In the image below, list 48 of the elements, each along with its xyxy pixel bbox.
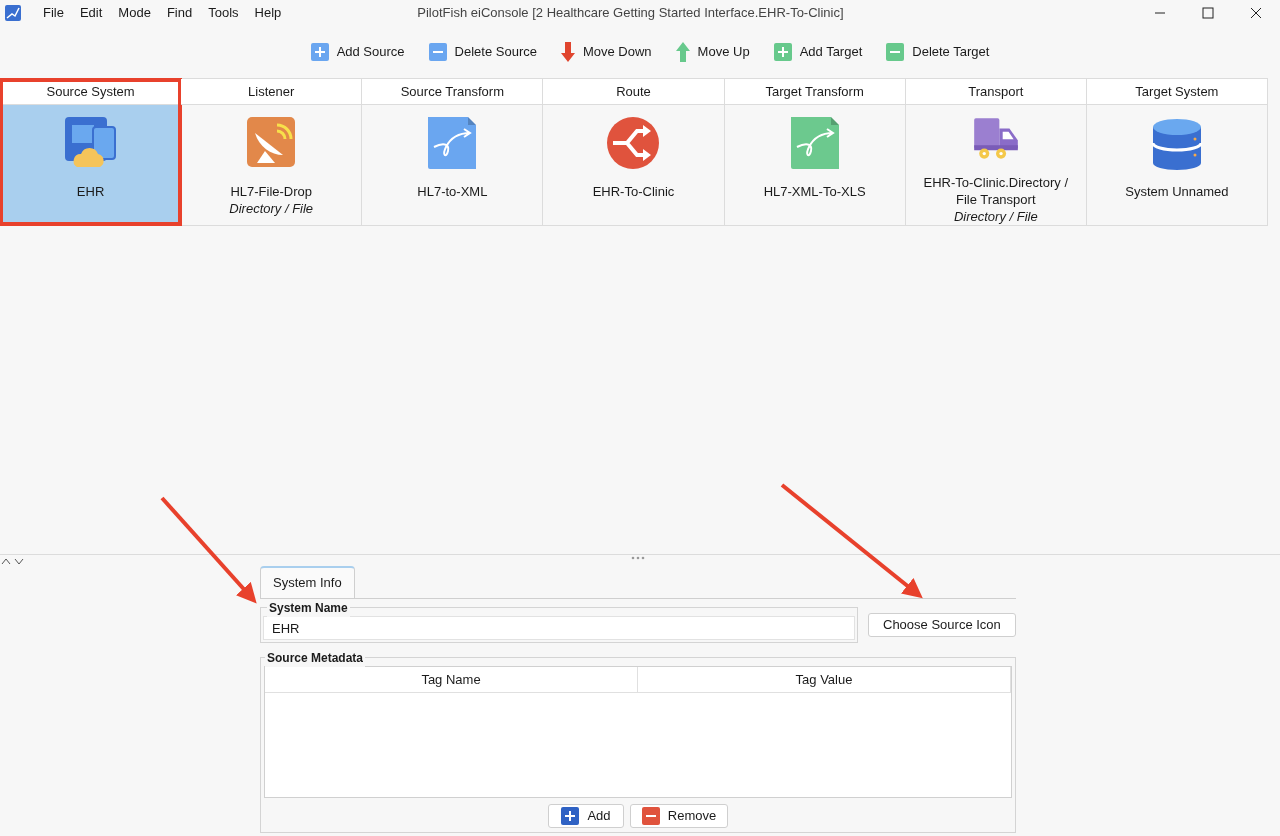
column-header[interactable]: Tag Value <box>638 667 1011 692</box>
stage-header: Target System <box>1086 79 1267 105</box>
menu-item[interactable]: Edit <box>71 3 111 23</box>
menu-item[interactable]: Find <box>158 3 201 23</box>
toolbar-button[interactable]: Delete Source <box>426 42 539 62</box>
collapse-chevrons-icon[interactable] <box>1 556 25 565</box>
toolbar-button[interactable]: Delete Target <box>884 42 992 62</box>
menu-item[interactable]: Mode <box>110 3 159 23</box>
pipeline-stage[interactable]: Listener HL7-File-Drop Directory / File <box>181 79 363 225</box>
table-action-button[interactable]: Remove <box>630 804 728 828</box>
stage-header: Target Transform <box>724 79 905 105</box>
stage-name: HL7-File-Drop <box>230 183 313 200</box>
pipeline-stage[interactable]: Target Transform HL7-XML-To-XLS <box>724 79 906 225</box>
toolbar-button[interactable]: Add Target <box>771 42 865 62</box>
stage-subtitle: Directory / File <box>229 200 314 217</box>
stage-name: HL7-to-XML <box>417 183 488 200</box>
toolbar-button[interactable]: Add Source <box>308 42 407 62</box>
choose-icon-button[interactable]: Choose Source Icon <box>868 613 1016 637</box>
stage-header: Transport <box>905 79 1086 105</box>
pipeline-stage[interactable]: Source System EHR <box>0 79 182 225</box>
system-name-field[interactable]: EHR <box>263 616 855 640</box>
pipeline-stage[interactable]: Transport EHR-To-Clinic.Directory / File Transport Directory / File <box>905 79 1087 225</box>
toolbar-button[interactable]: Move Up <box>673 42 752 62</box>
column-header[interactable]: Tag Name <box>265 667 638 692</box>
stage-name: EHR-To-Clinic.Directory / File Transport <box>922 174 1069 208</box>
stage-header: Route <box>543 79 724 105</box>
window-title: PilotFish eiConsole [2 Healthcare Getting Started Interface.EHR-To-Clinic] <box>417 4 844 23</box>
stage-subtitle: Directory / File <box>953 208 1038 225</box>
panel-tab[interactable]: System Info <box>260 566 355 598</box>
stage-name: EHR-To-Clinic <box>592 183 675 200</box>
maximize-icon[interactable] <box>1202 7 1214 19</box>
app-logo-icon <box>5 5 21 21</box>
stage-header: Listener <box>181 79 362 105</box>
splitter-grip-icon[interactable] <box>631 556 645 560</box>
pipeline-stage[interactable]: Target System System Unnamed <box>1086 79 1268 225</box>
menu-item[interactable]: Tools <box>200 3 247 23</box>
stage-name: System Unnamed <box>1125 183 1229 200</box>
pipeline-stage[interactable]: Source Transform HL7-to-XML <box>362 79 544 225</box>
pipeline-stage[interactable]: Route EHR-To-Clinic <box>543 79 725 225</box>
close-icon[interactable] <box>1250 7 1262 19</box>
stage-name: EHR <box>76 183 105 200</box>
table-action-button[interactable]: Add <box>548 804 624 828</box>
shuffle-circle-icon <box>605 115 662 171</box>
menu-item[interactable]: File <box>35 3 72 23</box>
toolbar-button[interactable]: Move Down <box>558 42 654 62</box>
stage-name: HL7-XML-To-XLS <box>763 183 866 200</box>
menu-item[interactable]: Help <box>246 3 290 23</box>
stage-header: Source Transform <box>362 79 543 105</box>
